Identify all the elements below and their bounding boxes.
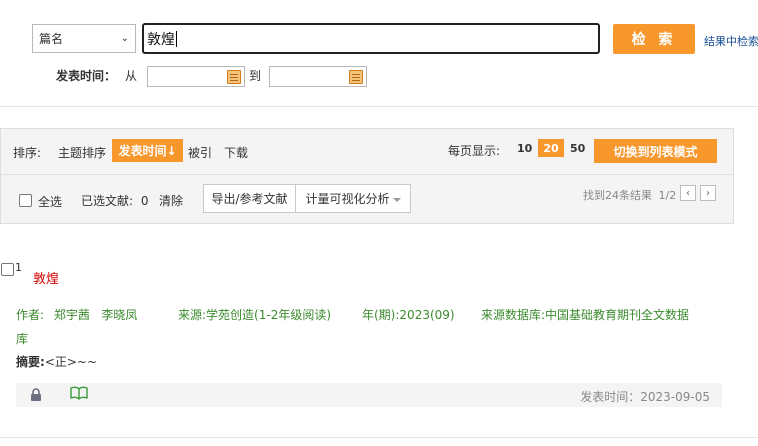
sort-option-downloads[interactable]: 下载: [224, 144, 248, 161]
source-name[interactable]: 学苑创造(1-2年级阅读): [206, 308, 331, 322]
result-abstract: 摘要:<正>~~: [16, 353, 97, 370]
export-analysis-group: 导出/参考文献 计量可视化分析: [203, 184, 411, 213]
calendar-icon[interactable]: [227, 70, 241, 84]
source-label: 来源:: [178, 308, 207, 322]
sort-label: 排序:: [13, 146, 42, 160]
chevron-left-icon[interactable]: ‹: [680, 185, 696, 201]
selected-count: 0: [140, 194, 149, 208]
divider: [1, 174, 733, 175]
divider: [0, 106, 758, 107]
result-source: 来源:学苑创造(1-2年级阅读): [178, 306, 331, 323]
result-footer-bar: 发表时间：2023-09-05: [16, 383, 722, 407]
issue-value[interactable]: 2023(09): [399, 308, 454, 322]
divider: [0, 437, 758, 438]
visual-analysis-dropdown[interactable]: 计量可视化分析: [296, 185, 410, 212]
chevron-down-icon: ⌄: [120, 33, 129, 44]
results-found-text: 找到24条结果 1/2: [583, 187, 676, 203]
search-input[interactable]: 敦煌: [142, 23, 600, 54]
result-checkbox[interactable]: [1, 263, 14, 276]
switch-to-list-view-button[interactable]: 切换到列表模式: [594, 139, 717, 163]
selected-count-text: 已选文献: 0: [81, 192, 149, 209]
per-page-50[interactable]: 50: [570, 142, 585, 155]
per-page-10[interactable]: 10: [517, 142, 532, 155]
database-name: 中国基础教育期刊全文数据: [545, 308, 690, 322]
text-cursor: [176, 30, 177, 47]
selected-label: 已选文献:: [81, 194, 134, 208]
per-page-label: 每页显示:: [448, 144, 501, 158]
export-references-button[interactable]: 导出/参考文献: [204, 185, 296, 212]
search-button[interactable]: 检 索: [613, 24, 695, 54]
visual-analysis-label: 计量可视化分析: [305, 192, 390, 206]
result-database: 来源数据库:中国基础教育期刊全文数据: [481, 306, 689, 323]
date-to-label: 到: [249, 69, 262, 83]
result-title-link[interactable]: 敦煌: [33, 268, 59, 287]
search-field-select[interactable]: 篇名 ⌄: [32, 24, 136, 53]
abstract-text: <正>~~: [44, 355, 98, 369]
sort-option-relevance[interactable]: 主题排序: [58, 144, 106, 161]
sort-option-date-active[interactable]: 发表时间↓: [112, 139, 183, 162]
date-filter-label: 发表时间：: [56, 69, 117, 83]
date-to-input[interactable]: [269, 66, 367, 87]
caret-down-icon: [392, 197, 401, 202]
results-toolbar: 排序: 主题排序 发表时间↓ 被引 下载 每页显示: 10 20 50 切换到列…: [0, 128, 734, 224]
date-from-input[interactable]: [147, 66, 245, 87]
sort-option-citations[interactable]: 被引: [188, 144, 212, 161]
author-names[interactable]: 郑宇茜 李晓凤: [54, 308, 137, 322]
select-all-checkbox[interactable]: [19, 194, 32, 207]
search-query-text: 敦煌: [147, 31, 175, 48]
result-issue: 年(期):2023(09): [362, 306, 455, 323]
select-all-label[interactable]: 全选: [38, 193, 62, 210]
search-within-results-link[interactable]: 结果中检索: [704, 33, 758, 49]
result-database-continued: 库: [16, 332, 29, 346]
date-from-label: 从: [125, 69, 138, 83]
clear-selection-link[interactable]: 清除: [159, 192, 183, 209]
result-index: 1: [15, 261, 22, 274]
issue-label: 年(期):: [362, 308, 400, 322]
search-field-value: 篇名: [39, 32, 64, 46]
open-book-icon[interactable]: [70, 386, 88, 400]
database-label: 来源数据库:: [481, 308, 546, 322]
author-label: 作者:: [16, 308, 45, 322]
result-authors: 作者: 郑宇茜 李晓凤: [16, 306, 137, 323]
page-indicator: 1/2: [658, 189, 677, 202]
chevron-right-icon[interactable]: ›: [700, 185, 716, 201]
results-count: 找到24条结果: [583, 189, 652, 202]
per-page-20-active[interactable]: 20: [538, 139, 564, 157]
publish-time: 发表时间：2023-09-05: [580, 390, 710, 404]
lock-icon[interactable]: [30, 388, 42, 401]
abstract-label: 摘要:: [16, 355, 45, 369]
calendar-icon[interactable]: [349, 70, 363, 84]
